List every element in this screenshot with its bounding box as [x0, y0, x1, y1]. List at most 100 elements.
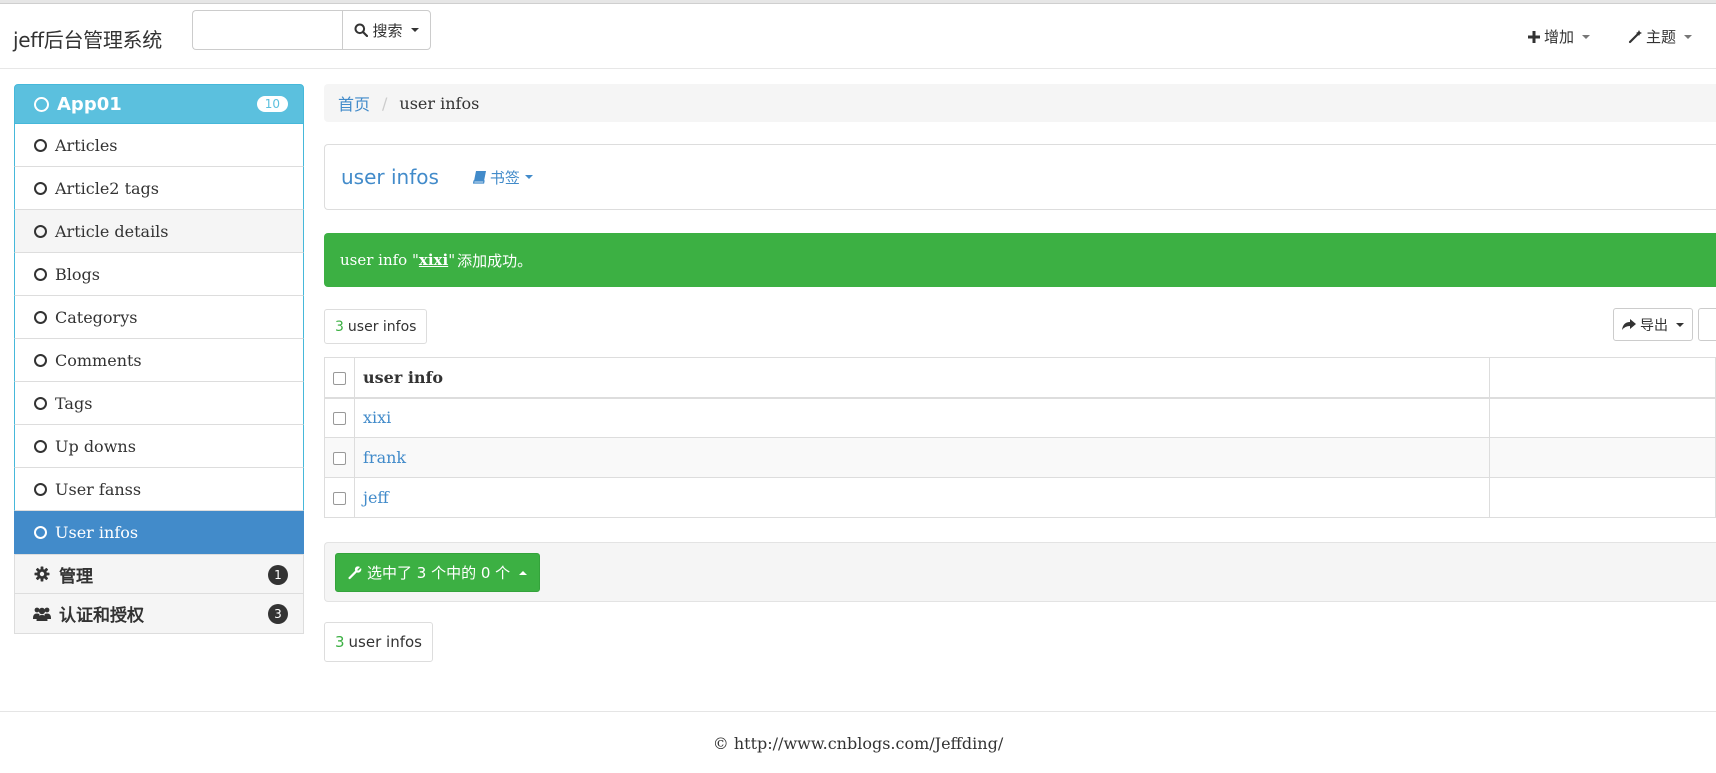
- result-count-number: 3: [335, 633, 345, 651]
- breadcrumb-separator: /: [382, 93, 388, 113]
- chevron-down-icon: [1676, 322, 1684, 327]
- bookmark-menu[interactable]: 书签: [472, 167, 533, 188]
- bulk-action-label: 选中了 3 个中的 0 个: [367, 564, 511, 582]
- sidebar-item-article2-tags[interactable]: Article2 tags: [14, 167, 304, 210]
- sidebar-section-label: 管理: [59, 566, 93, 587]
- search-button-label: 搜索: [372, 21, 403, 40]
- row-name-cell: jeff: [354, 477, 1490, 518]
- users-icon: [33, 606, 51, 621]
- sidebar-item-label: Up downs: [55, 436, 136, 456]
- row-extra-cell: [1489, 477, 1716, 518]
- section-count-badge: 1: [268, 565, 288, 585]
- row-checkbox-cell: [324, 437, 355, 478]
- sidebar-item-label: Article details: [55, 221, 169, 241]
- sidebar-item-article-details[interactable]: Article details: [14, 210, 304, 253]
- result-count-number: 3: [335, 318, 344, 335]
- search-button[interactable]: 搜索: [342, 10, 431, 50]
- column-header-extra: [1489, 357, 1716, 399]
- row-checkbox[interactable]: [333, 492, 346, 505]
- magic-wand-icon: [1628, 29, 1642, 43]
- row-link[interactable]: xixi: [363, 408, 391, 427]
- layout-toggle-button[interactable]: [1698, 308, 1716, 341]
- alert-object-link[interactable]: xixi: [419, 251, 448, 269]
- sidebar-item-tags[interactable]: Tags: [14, 382, 304, 425]
- row-link[interactable]: frank: [363, 448, 406, 467]
- export-button[interactable]: 导出: [1613, 308, 1693, 341]
- search-input[interactable]: [192, 10, 344, 50]
- footer-text: © http://www.cnblogs.com/Jeffding/: [712, 734, 1004, 753]
- circle-icon: [34, 396, 47, 410]
- sidebar-item-comments[interactable]: Comments: [14, 339, 304, 382]
- circle-icon: [34, 482, 47, 496]
- alert-suffix: ": [448, 251, 456, 269]
- row-checkbox[interactable]: [333, 452, 346, 465]
- row-checkbox-cell: [324, 397, 355, 438]
- sidebar-section-admin[interactable]: 管理 1: [14, 554, 304, 594]
- sidebar-item-up-downs[interactable]: Up downs: [14, 425, 304, 468]
- circle-icon: [34, 138, 47, 152]
- app-count-badge: 10: [256, 96, 288, 112]
- row-link[interactable]: jeff: [363, 488, 389, 507]
- select-all-checkbox[interactable]: [333, 371, 346, 385]
- chevron-down-icon: [1582, 34, 1591, 39]
- sidebar-app-label: App01: [57, 93, 122, 115]
- sidebar-section-label: 认证和授权: [59, 606, 144, 626]
- row-checkbox[interactable]: [333, 412, 346, 426]
- breadcrumb: 首页 / user infos: [324, 84, 1716, 122]
- circle-icon: [34, 181, 47, 195]
- sidebar: App01 10 Articles Article2 tags Article …: [14, 84, 304, 634]
- sidebar-item-label: Article2 tags: [55, 178, 159, 198]
- export-label: 导出: [1640, 317, 1668, 334]
- sidebar-item-user-infos[interactable]: User infos: [14, 511, 304, 554]
- table-row: frank: [324, 437, 1716, 478]
- add-menu[interactable]: 增加: [1528, 26, 1591, 47]
- search-icon: [354, 23, 369, 37]
- result-count-top[interactable]: 3 user infos: [324, 309, 428, 344]
- row-extra-cell: [1489, 437, 1716, 478]
- sidebar-item-blogs[interactable]: Blogs: [14, 253, 304, 296]
- table-row: jeff: [324, 477, 1716, 518]
- result-count-label: user infos: [348, 633, 422, 651]
- sidebar-item-articles[interactable]: Articles: [14, 124, 304, 167]
- row-name-cell: frank: [354, 437, 1490, 478]
- gear-icon: [33, 566, 51, 582]
- chevron-up-icon: [519, 570, 528, 575]
- row-checkbox-cell: [324, 477, 355, 518]
- book-icon: [472, 170, 486, 184]
- add-menu-label: 增加: [1544, 28, 1575, 46]
- navbar: jeff后台管理系统 搜索 增加 主题: [0, 4, 1716, 69]
- page-title: user infos: [341, 165, 439, 189]
- breadcrumb-home-link[interactable]: 首页: [338, 91, 370, 115]
- circle-icon: [34, 96, 49, 112]
- theme-menu[interactable]: 主题: [1628, 26, 1693, 47]
- chevron-down-icon: [524, 175, 533, 179]
- result-count-bottom[interactable]: 3 user infos: [324, 622, 433, 662]
- brand-title[interactable]: jeff后台管理系统: [13, 24, 162, 53]
- sidebar-item-categorys[interactable]: Categorys: [14, 296, 304, 339]
- sidebar-item-label: Comments: [55, 350, 142, 370]
- theme-menu-label: 主题: [1646, 28, 1677, 46]
- share-icon: [1622, 318, 1636, 330]
- sidebar-item-label: User fanss: [55, 479, 142, 499]
- sidebar-item-label: Categorys: [55, 307, 138, 327]
- page-header: user infos 书签: [324, 144, 1716, 210]
- sidebar-item-label: User infos: [55, 522, 139, 542]
- result-count-label: user infos: [347, 318, 417, 335]
- circle-icon: [34, 267, 47, 281]
- sidebar-item-label: Articles: [55, 135, 118, 155]
- column-header[interactable]: user info: [354, 357, 1490, 399]
- sidebar-item-label: Tags: [55, 393, 93, 413]
- bulk-action-button[interactable]: 选中了 3 个中的 0 个: [335, 553, 541, 592]
- sidebar-item-user-fanss[interactable]: User fanss: [14, 468, 304, 511]
- table-row: xixi: [324, 397, 1716, 438]
- footer: © http://www.cnblogs.com/Jeffding/: [0, 711, 1716, 773]
- sidebar-app-header[interactable]: App01 10: [14, 84, 304, 124]
- plus-icon: [1528, 30, 1540, 43]
- circle-icon: [34, 310, 47, 324]
- row-extra-cell: [1489, 397, 1716, 438]
- bookmark-label: 书签: [489, 168, 520, 187]
- row-name-cell: xixi: [354, 397, 1490, 438]
- sidebar-section-auth[interactable]: 认证和授权 3: [14, 594, 304, 634]
- circle-icon: [34, 439, 47, 453]
- chevron-down-icon: [410, 28, 419, 32]
